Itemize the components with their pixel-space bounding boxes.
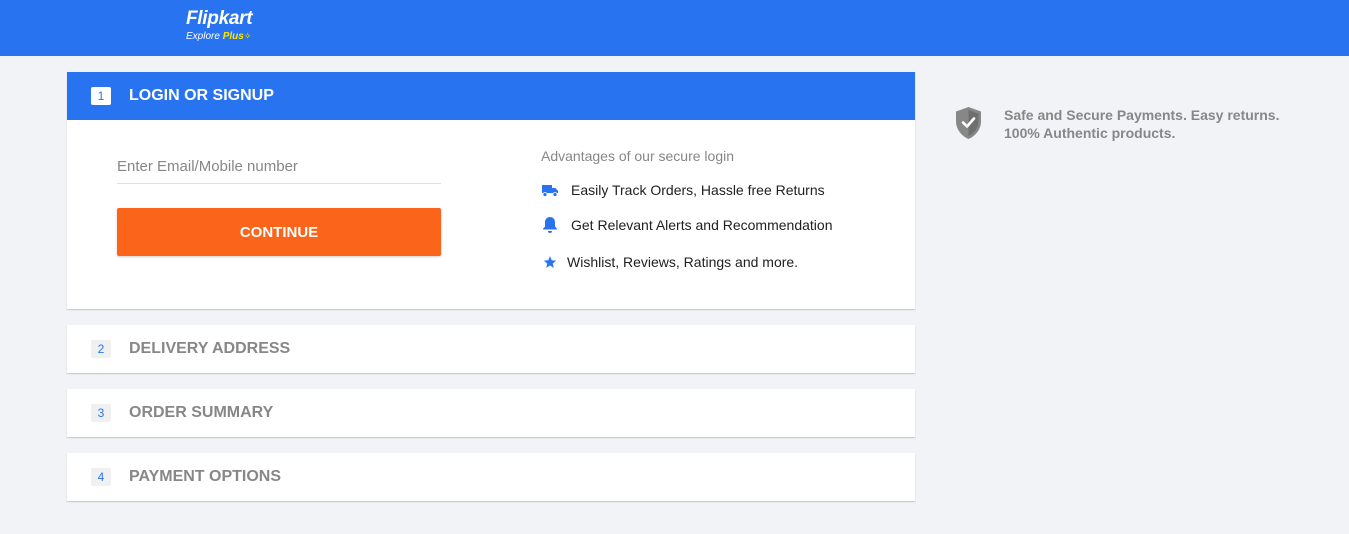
step-number: 1 xyxy=(91,87,111,105)
advantage-item: Easily Track Orders, Hassle free Returns xyxy=(541,181,832,199)
step-number: 4 xyxy=(91,468,111,486)
step-order-summary[interactable]: 3 ORDER SUMMARY xyxy=(67,389,915,437)
top-bar: Flipkart Explore Plus✧ xyxy=(0,0,1349,56)
plus-star-icon: ✧ xyxy=(243,31,252,41)
step-login-header: 1 LOGIN OR SIGNUP xyxy=(67,72,915,120)
shield-check-icon xyxy=(955,106,982,145)
safety-line-1: Safe and Secure Payments. Easy returns. xyxy=(1004,107,1280,123)
step-title: ORDER SUMMARY xyxy=(129,404,274,421)
advantages-title: Advantages of our secure login xyxy=(541,148,735,164)
email-mobile-input[interactable] xyxy=(117,150,441,184)
step-header: 3 ORDER SUMMARY xyxy=(67,389,915,437)
logo-word: Flipkart xyxy=(186,8,253,29)
advantage-text: Wishlist, Reviews, Ratings and more. xyxy=(567,254,799,270)
star-icon xyxy=(541,253,559,271)
continue-button[interactable]: CONTINUE xyxy=(117,208,441,256)
advantage-text: Get Relevant Alerts and Recommendation xyxy=(571,217,833,233)
bell-icon xyxy=(541,216,559,234)
step-number: 3 xyxy=(91,404,111,422)
advantage-item: Get Relevant Alerts and Recommendation xyxy=(541,216,832,234)
safety-note: Safe and Secure Payments. Easy returns. … xyxy=(955,106,1279,145)
step-delivery-address[interactable]: 2 DELIVERY ADDRESS xyxy=(67,325,915,373)
step-number: 2 xyxy=(91,340,111,358)
step-header: 2 DELIVERY ADDRESS xyxy=(67,325,915,373)
safety-text: Safe and Secure Payments. Easy returns. … xyxy=(1004,106,1279,145)
safety-line-2: 100% Authentic products. xyxy=(1004,125,1176,141)
truck-icon xyxy=(541,181,559,199)
logo-explore: Explore xyxy=(186,31,220,42)
step-title: LOGIN OR SIGNUP xyxy=(129,87,274,104)
step-payment-options[interactable]: 4 PAYMENT OPTIONS xyxy=(67,453,915,501)
step-header: 4 PAYMENT OPTIONS xyxy=(67,453,915,501)
advantages-panel: Advantages of our secure login Easily Tr… xyxy=(541,148,832,271)
step-title: PAYMENT OPTIONS xyxy=(129,468,282,485)
logo-tagline: Explore Plus✧ xyxy=(186,30,252,43)
login-body: CONTINUE Advantages of our secure login … xyxy=(67,120,915,309)
logo-plus: Plus xyxy=(222,31,244,42)
step-login: 1 LOGIN OR SIGNUP CONTINUE Advantages of… xyxy=(67,72,915,309)
step-title: DELIVERY ADDRESS xyxy=(129,340,291,357)
flipkart-logo[interactable]: Flipkart Explore Plus✧ xyxy=(186,8,253,43)
advantage-text: Easily Track Orders, Hassle free Returns xyxy=(571,182,825,198)
advantage-item: Wishlist, Reviews, Ratings and more. xyxy=(541,253,832,271)
